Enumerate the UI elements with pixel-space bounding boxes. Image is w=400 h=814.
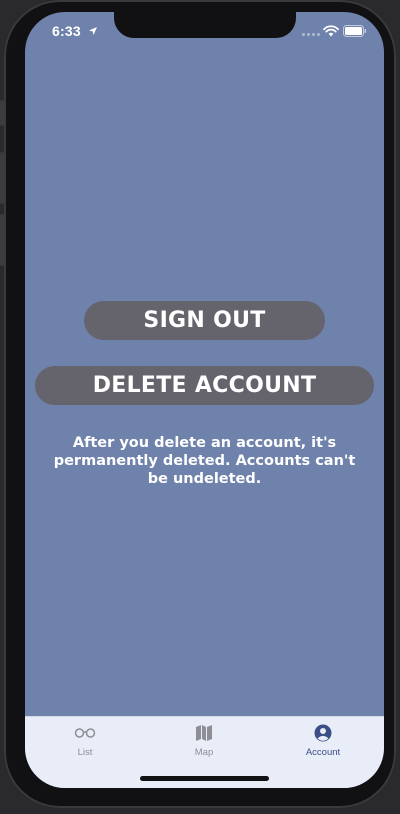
sign-out-button[interactable]: SIGN OUT bbox=[84, 301, 325, 340]
screen: 6:33 SIGN OUT DELETE ACCOUNT After you d… bbox=[25, 12, 384, 788]
map-icon bbox=[193, 723, 215, 743]
side-button bbox=[0, 100, 4, 126]
glasses-icon bbox=[74, 723, 96, 743]
volume-up-button bbox=[0, 152, 4, 204]
tab-list[interactable]: List bbox=[45, 723, 125, 763]
home-indicator[interactable] bbox=[140, 776, 269, 781]
delete-account-notice: After you delete an account, it's perman… bbox=[53, 435, 356, 487]
phone-frame: 6:33 SIGN OUT DELETE ACCOUNT After you d… bbox=[0, 0, 396, 808]
status-time: 6:33 bbox=[52, 23, 81, 39]
wifi-icon bbox=[323, 25, 339, 37]
tab-account[interactable]: Account bbox=[283, 723, 363, 763]
notch bbox=[114, 12, 296, 38]
tab-map[interactable]: Map bbox=[164, 723, 244, 763]
volume-down-button bbox=[0, 214, 4, 266]
delete-account-button[interactable]: DELETE ACCOUNT bbox=[35, 366, 374, 405]
tab-map-label: Map bbox=[194, 747, 214, 758]
tab-account-label: Account bbox=[305, 747, 341, 758]
account-icon bbox=[312, 723, 334, 743]
location-arrow-icon bbox=[89, 27, 97, 35]
signal-icon bbox=[302, 33, 320, 36]
battery-icon bbox=[343, 25, 367, 37]
tab-list-label: List bbox=[77, 747, 93, 758]
